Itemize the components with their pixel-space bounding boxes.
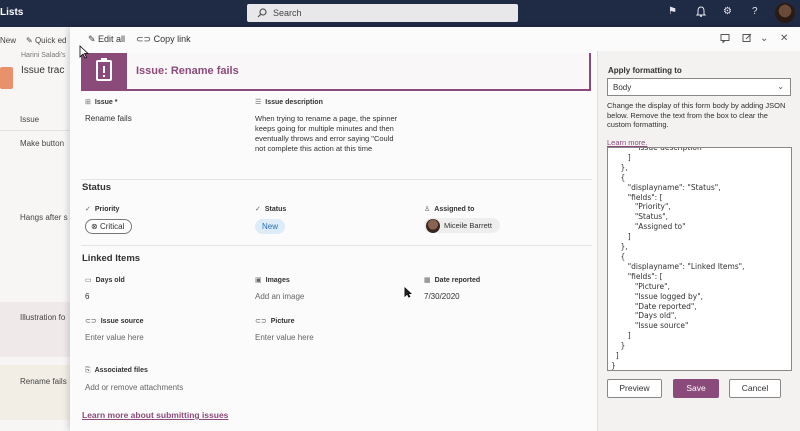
copy-link-button[interactable]: ⊂⊃ Copy link [136,34,191,45]
row-highlight [0,302,70,357]
list-item[interactable]: Illustration fo [20,313,65,322]
issue-source-label: ⊂⊃ Issue source [85,318,144,325]
help-icon[interactable]: ? [752,6,758,17]
search-icon [257,8,267,18]
form-edit-icon[interactable] [742,33,752,46]
pencil-icon: ✎ [88,34,99,44]
pencil-icon: ✎ [26,36,35,45]
apply-formatting-label: Apply formatting to [608,66,682,75]
edit-all-label: Edit all [98,34,126,44]
formatting-pane: Apply formatting to Body ⌄ Change the di… [597,51,800,431]
preview-button[interactable]: Preview [607,379,662,398]
divider [0,130,70,131]
attachments-field[interactable]: Add or remove attachments [85,383,183,392]
list-icon [0,67,13,89]
calculated-field-icon: ▭ [85,277,92,284]
image-icon: ▣ [255,277,262,284]
clipboard-alert-icon [83,53,127,91]
images-label: ▣ Images [255,277,290,284]
check-icon: ✓ [85,206,91,213]
link-icon: ⊂⊃ [255,318,267,325]
search-placeholder: Search [273,8,302,18]
multiline-text-icon: ☰ [255,99,262,106]
date-reported-label: ▦ Date reported [424,277,481,284]
chevron-down-icon: ⌄ [777,82,784,91]
link-icon: ⊂⊃ [85,318,97,325]
status-field[interactable]: New [255,219,286,234]
picture-label: ⊂⊃ Picture [255,318,295,325]
search-box[interactable]: Search [247,4,518,22]
list-item[interactable]: Make button [20,139,64,148]
chevron-down-icon[interactable]: ⌄ [760,33,768,44]
column-header-issue[interactable]: Issue [20,115,39,124]
date-reported-field[interactable]: 7/30/2020 [424,292,460,302]
dropdown-value: Body [613,83,632,92]
new-command[interactable]: New [0,36,16,45]
text-field-icon: ⊞ [85,99,91,106]
link-icon: ⊂⊃ [136,34,154,44]
learn-more-link[interactable]: Learn more. [607,138,647,147]
images-field[interactable]: Add an image [255,292,304,301]
priority-label: ✓ Priority [85,206,120,213]
mouse-cursor-icon [79,45,89,59]
copy-link-label: Copy link [153,34,191,44]
issue-description-label: ☰ Issue description [255,99,323,106]
check-icon: ✓ [255,206,261,213]
avatar [426,219,440,233]
status-section-title: Status [82,182,112,193]
associated-files-label: ⎘ Associated files [85,367,148,374]
cancel-button[interactable]: Cancel [729,379,781,398]
assigned-to-label: ♙ Assigned to [424,206,475,213]
mouse-cursor-icon [404,287,412,298]
background-list: New ✎ Quick ed Harini Saladi's Issue tra… [0,27,70,431]
suite-bar: Lists Search ⚑ ⚙ ? [0,0,800,27]
person-icon: ♙ [424,206,431,213]
calendar-icon: ▦ [424,277,431,284]
item-panel: ✎ Edit all ⊂⊃ Copy link ⌄ ✕ Issue: Renam… [70,27,800,431]
edit-all-button[interactable]: ✎ Edit all [88,34,125,45]
row-highlight [0,365,70,420]
avatar[interactable] [775,3,795,23]
divider [81,179,592,180]
flag-icon[interactable]: ⚑ [668,6,677,17]
assigned-to-field[interactable]: Miceile Barrett [424,218,500,233]
status-label: ✓ Status [255,206,287,213]
app-title[interactable]: Lists [0,7,23,18]
days-old-field[interactable]: 6 [85,292,89,302]
list-owner: Harini Saladi's [21,52,66,59]
issue-source-input[interactable]: Enter value here [85,333,144,342]
days-old-label: ▭ Days old [85,277,125,284]
bell-icon[interactable] [695,6,707,20]
json-editor[interactable]: "Issue description" ] }, { "displayname"… [607,147,792,371]
apply-formatting-dropdown[interactable]: Body ⌄ [607,78,791,96]
formatting-description: Change the display of this form body by … [607,101,786,129]
save-button[interactable]: Save [673,379,719,398]
quick-edit-command[interactable]: ✎ Quick ed [26,36,67,45]
close-circle-icon: ⊗ [91,222,100,231]
quick-edit-label: Quick ed [34,36,67,45]
issue-description-field[interactable]: When trying to rename a page, the spinne… [255,114,405,154]
linked-items-section-title: Linked Items [82,253,141,264]
picture-input[interactable]: Enter value here [255,333,314,342]
issue-label: ⊞ Issue * [85,99,118,106]
list-item[interactable]: Hangs after s [20,213,68,222]
form-title: Issue: Rename fails [136,65,239,77]
list-title[interactable]: Issue trac [21,65,64,76]
close-icon[interactable]: ✕ [780,33,788,44]
paperclip-icon: ⎘ [85,367,91,374]
divider [81,245,592,246]
gear-icon[interactable]: ⚙ [723,6,732,17]
item-form: Issue: Rename fails ⊞ Issue * Rename fail… [81,51,592,431]
learn-more-link[interactable]: Learn more about submitting issues [82,410,228,420]
comment-icon[interactable] [720,33,730,46]
form-header: Issue: Rename fails [81,53,591,91]
issue-field[interactable]: Rename fails [85,114,132,124]
priority-field[interactable]: ⊗ Critical [85,219,133,234]
json-text[interactable]: "Issue description" ] }, { "displayname"… [608,148,791,370]
list-item[interactable]: Rename fails [20,377,67,386]
